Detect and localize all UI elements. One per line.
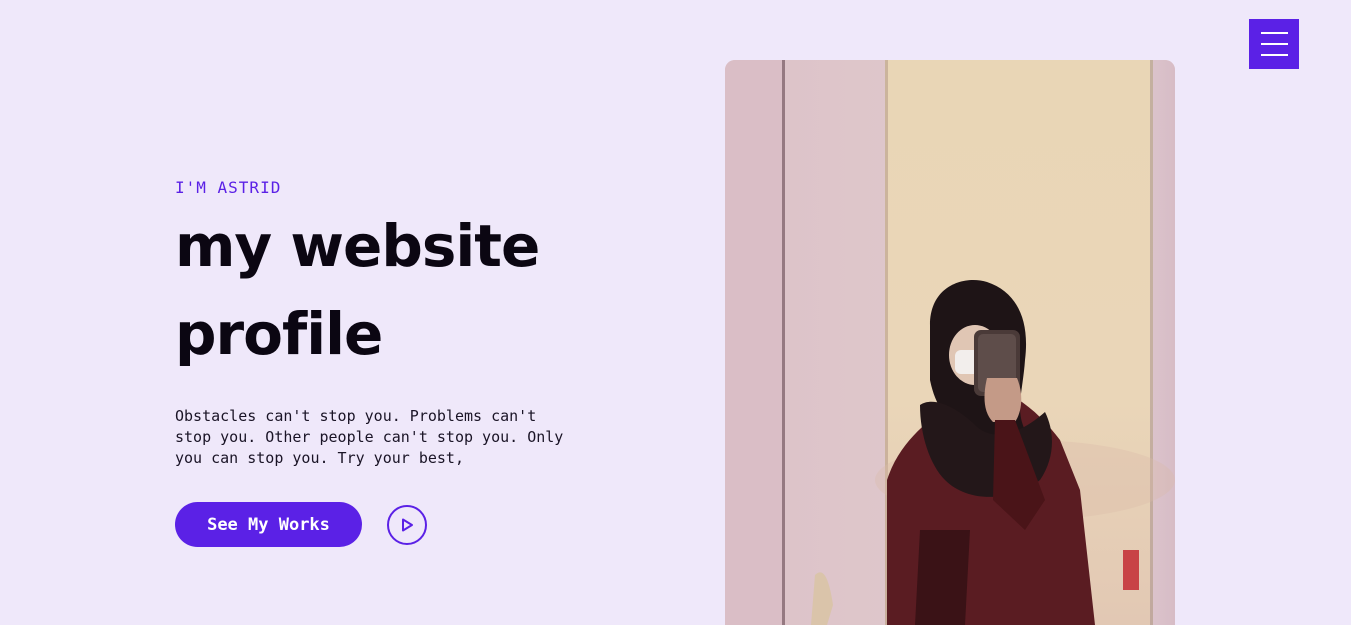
hero-description: Obstacles can't stop you. Problems can't…	[175, 407, 564, 467]
mirror-selfie-photo	[725, 60, 1175, 625]
cta-row: See My Works	[175, 502, 635, 547]
hamburger-icon	[1260, 32, 1288, 34]
hero-section: I'M ASTRID my website profile Obstacles …	[175, 178, 635, 547]
hamburger-icon-bar-2	[1260, 43, 1288, 45]
headline-line-1: my website	[175, 212, 540, 280]
hamburger-icon-bar-3	[1260, 54, 1288, 56]
see-my-works-button[interactable]: See My Works	[175, 502, 362, 547]
profile-photo	[725, 60, 1175, 625]
play-button[interactable]	[387, 504, 427, 545]
hero-headline: my website profile	[175, 202, 635, 378]
play-circle-icon	[402, 518, 413, 531]
menu-button[interactable]	[1249, 19, 1299, 69]
hero-kicker: I'M ASTRID	[175, 178, 282, 197]
headline-line-2: profile	[175, 300, 383, 368]
